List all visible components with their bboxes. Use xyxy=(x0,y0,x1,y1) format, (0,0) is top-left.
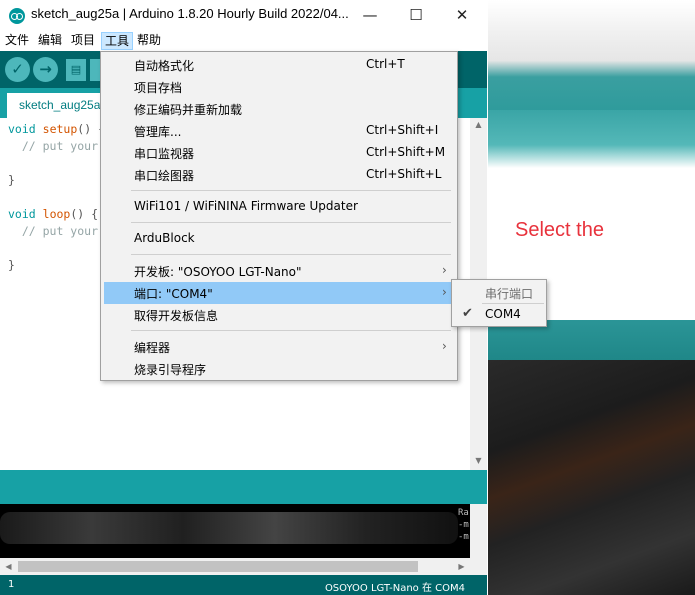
menu-item-wifi-firmware-updater[interactable]: WiFi101 / WiFiNINA Firmware Updater xyxy=(104,196,454,218)
status-line-number: 1 xyxy=(8,579,15,590)
console-fragment: Ra -m -m xyxy=(458,504,470,554)
menu-separator xyxy=(131,190,451,191)
menu-item-label: 管理库... xyxy=(134,125,182,139)
redacted-region xyxy=(488,0,695,110)
menu-item-port[interactable]: 端口: "COM4" › xyxy=(104,282,454,304)
menu-item-burn-bootloader[interactable]: 烧录引导程序 xyxy=(104,358,454,380)
scroll-left-icon[interactable]: ◀ xyxy=(0,558,17,575)
menu-tools[interactable]: 工具 xyxy=(101,32,134,50)
console-text-redacted xyxy=(0,512,458,544)
title-bar: sketch_aug25a | Arduino 1.8.20 Hourly Bu… xyxy=(0,0,487,31)
redacted-region xyxy=(488,110,695,168)
menu-separator xyxy=(131,254,451,255)
menu-item-manage-libraries[interactable]: 管理库... Ctrl+Shift+I xyxy=(104,120,454,142)
menu-item-label: 取得开发板信息 xyxy=(134,309,219,323)
console-vertical-scrollbar[interactable] xyxy=(470,504,487,558)
minimize-button[interactable]: — xyxy=(347,0,393,31)
code-line: } xyxy=(8,173,15,187)
code-line: void setup() { xyxy=(8,122,105,136)
function-setup: setup xyxy=(42,122,78,136)
menu-item-label: WiFi101 / WiFiNINA Firmware Updater xyxy=(134,199,358,213)
submenu-item-label: COM4 xyxy=(485,307,521,321)
new-icon[interactable]: ▤ xyxy=(66,59,86,81)
scroll-up-icon[interactable]: ▲ xyxy=(470,120,487,129)
menu-item-shortcut: Ctrl+Shift+L xyxy=(366,167,442,181)
console-output: Ra -m -m xyxy=(0,504,487,558)
menu-item-ardublock[interactable]: ArduBlock xyxy=(104,228,454,250)
maximize-button[interactable]: ☐ xyxy=(393,0,439,31)
function-loop: loop xyxy=(42,207,71,221)
scroll-right-icon[interactable]: ▶ xyxy=(453,558,470,575)
submenu-item-com4[interactable]: ✔ COM4 xyxy=(455,304,543,325)
menu-item-board[interactable]: 开发板: "OSOYOO LGT-Nano" › xyxy=(104,260,454,282)
open-icon[interactable] xyxy=(90,59,100,81)
menu-item-label: 串口监视器 xyxy=(134,147,195,161)
submenu-arrow-icon: › xyxy=(442,339,447,353)
menu-item-label: 项目存档 xyxy=(134,81,183,95)
status-board-port: OSOYOO LGT-Nano 在 COM4 xyxy=(324,583,465,594)
menu-item-label: ArduBlock xyxy=(134,231,195,245)
menu-item-archive-sketch[interactable]: 项目存档 xyxy=(104,76,454,98)
code-comment: // put your xyxy=(8,224,99,238)
status-bar: 1 OSOYOO LGT-Nano 在 COM4 xyxy=(0,575,487,595)
keyword-void: void xyxy=(8,122,36,136)
keyword-void: void xyxy=(8,207,36,221)
menu-item-fix-encoding[interactable]: 修正编码并重新加载 xyxy=(104,98,454,120)
menu-sketch[interactable]: 项目 xyxy=(68,32,98,50)
submenu-header-serial-ports: 串行端口 xyxy=(485,287,534,301)
scroll-thumb[interactable] xyxy=(18,561,418,572)
menu-item-get-board-info[interactable]: 取得开发板信息 xyxy=(104,304,454,326)
menu-item-shortcut: Ctrl+T xyxy=(366,57,405,71)
menu-item-label: 自动格式化 xyxy=(134,59,195,73)
tab-sketch[interactable]: sketch_aug25a xyxy=(7,93,112,118)
code-comment: // put your xyxy=(8,139,99,153)
menu-item-serial-monitor[interactable]: 串口监视器 Ctrl+Shift+M xyxy=(104,142,454,164)
menu-item-label: 编程器 xyxy=(134,341,171,355)
code-punct: () { xyxy=(70,207,99,221)
submenu-arrow-icon: › xyxy=(442,285,447,299)
console-fragment-text: Ra -m -m xyxy=(458,508,469,542)
menu-item-label: 修正编码并重新加载 xyxy=(134,103,243,117)
menu-item-auto-format[interactable]: 自动格式化 Ctrl+T xyxy=(104,54,454,76)
annotation-text: Select the xyxy=(515,219,604,241)
verify-icon[interactable]: ✓ xyxy=(5,57,30,82)
menu-separator xyxy=(131,330,451,331)
console-horizontal-scrollbar[interactable]: ◀ ▶ xyxy=(0,558,487,575)
code-line: } xyxy=(8,258,15,272)
menu-item-serial-plotter[interactable]: 串口绘图器 Ctrl+Shift+L xyxy=(104,164,454,186)
menu-item-label: 烧录引导程序 xyxy=(134,363,207,377)
menu-item-shortcut: Ctrl+Shift+I xyxy=(366,123,439,137)
menu-item-shortcut: Ctrl+Shift+M xyxy=(366,145,446,159)
menu-item-label: 串口绘图器 xyxy=(134,169,195,183)
menu-edit[interactable]: 编辑 xyxy=(35,32,65,50)
port-submenu: 串行端口 ✔ COM4 xyxy=(451,279,547,327)
window-title: sketch_aug25a | Arduino 1.8.20 Hourly Bu… xyxy=(31,6,349,21)
menu-help[interactable]: 帮助 xyxy=(134,32,164,50)
tools-dropdown-menu: 自动格式化 Ctrl+T 项目存档 修正编码并重新加载 管理库... Ctrl+… xyxy=(100,51,458,381)
menu-bar: 文件 编辑 项目 工具 帮助 xyxy=(0,31,487,51)
menu-separator xyxy=(131,222,451,223)
arduino-logo-icon xyxy=(9,8,25,24)
menu-file[interactable]: 文件 xyxy=(2,32,32,50)
menu-item-label: 端口: "COM4" xyxy=(134,287,213,301)
menu-item-label: 开发板: "OSOYOO LGT-Nano" xyxy=(134,265,302,279)
checkmark-icon: ✔ xyxy=(462,306,473,321)
scroll-down-icon[interactable]: ▼ xyxy=(470,456,487,465)
menu-item-programmer[interactable]: 编程器 › xyxy=(104,336,454,358)
upload-icon[interactable]: → xyxy=(33,57,58,82)
redacted-region xyxy=(488,360,695,595)
editor-console-divider[interactable] xyxy=(0,470,487,504)
close-button[interactable]: ✕ xyxy=(439,0,485,31)
code-line: void loop() { xyxy=(8,207,98,221)
submenu-arrow-icon: › xyxy=(442,263,447,277)
